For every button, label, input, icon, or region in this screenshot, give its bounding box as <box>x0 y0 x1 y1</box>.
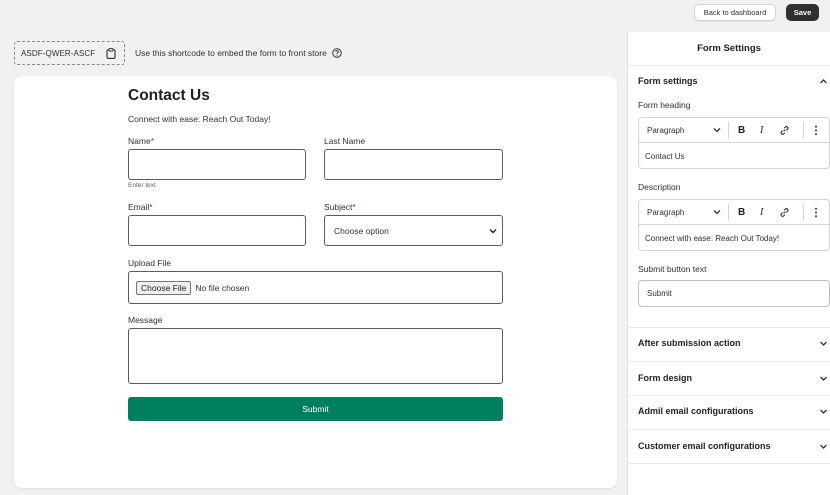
italic-button[interactable]: I <box>760 207 763 218</box>
file-upload-input[interactable]: Choose File No file chosen <box>128 271 503 304</box>
bold-button[interactable]: B <box>738 125 745 136</box>
submit-button[interactable]: Submit <box>128 397 503 421</box>
admin-email-section-toggle[interactable]: Admil email configurations <box>638 406 830 416</box>
toolbar-divider <box>728 204 729 221</box>
section-divider <box>628 463 830 464</box>
form-settings-section-toggle[interactable]: Form settings <box>638 76 830 86</box>
chevron-down-icon <box>713 128 721 133</box>
choose-file-button[interactable]: Choose File <box>136 280 192 295</box>
chevron-down-icon <box>820 376 827 381</box>
email-input[interactable] <box>128 215 306 246</box>
required-mark: * <box>149 202 153 212</box>
form-design-section-toggle[interactable]: Form design <box>638 373 830 383</box>
subject-select-value: Choose option <box>334 225 389 236</box>
chevron-down-icon <box>820 341 827 346</box>
section-divider <box>628 327 830 328</box>
section-divider <box>628 395 830 396</box>
rte-toolbar: Paragraph B I <box>639 200 829 225</box>
last-name-label: Last Name <box>324 136 366 146</box>
required-mark: * <box>352 202 356 212</box>
back-to-dashboard-button[interactable]: Back to dashboard <box>694 4 776 21</box>
chevron-down-icon <box>820 409 827 414</box>
link-icon[interactable] <box>779 125 790 136</box>
section-divider <box>628 361 830 362</box>
panel-title: Form Settings <box>628 32 830 66</box>
email-label-text: Email <box>128 202 150 212</box>
file-status: No file chosen <box>195 282 250 293</box>
shortcode-hint: Use this shortcode to embed the form to … <box>135 48 342 58</box>
section-divider <box>628 429 830 430</box>
link-icon[interactable] <box>779 207 790 218</box>
paragraph-format-select[interactable]: Paragraph <box>647 208 684 217</box>
form-description: Connect with ease: Reach Out Today! <box>128 114 271 124</box>
form-title: Contact Us <box>128 87 210 104</box>
chevron-down-icon <box>489 229 497 234</box>
upload-file-label: Upload File <box>128 258 171 268</box>
italic-button[interactable]: I <box>760 125 763 136</box>
section-title: After submission action <box>638 338 741 348</box>
name-label-text: Name <box>128 136 151 146</box>
name-label: Name* <box>128 136 154 146</box>
help-icon[interactable] <box>332 48 342 58</box>
description-editor: Paragraph B I Connect with ease: Reach O… <box>638 199 830 251</box>
description-label: Description <box>638 182 681 192</box>
section-title: Customer email configurations <box>638 441 771 451</box>
message-textarea[interactable] <box>128 328 503 384</box>
shortcode-box[interactable]: ASDF-QWER-ASCF <box>14 41 125 65</box>
top-bar: Back to dashboard Save <box>0 0 830 32</box>
description-content[interactable]: Connect with ease: Reach Out Today! <box>639 225 829 251</box>
chevron-down-icon <box>713 210 721 215</box>
toolbar-divider <box>803 204 804 221</box>
bold-button[interactable]: B <box>738 207 745 218</box>
clipboard-icon[interactable] <box>106 47 116 59</box>
required-mark: * <box>150 136 154 146</box>
form-preview-card: Contact Us Connect with ease: Reach Out … <box>14 76 617 488</box>
more-options-icon[interactable] <box>814 207 818 218</box>
name-hint: Enter text <box>128 182 156 189</box>
save-button[interactable]: Save <box>786 4 819 21</box>
chevron-down-icon <box>820 444 827 449</box>
chevron-up-icon <box>820 78 827 83</box>
shortcode-hint-text: Use this shortcode to embed the form to … <box>135 48 327 58</box>
subject-label: Subject* <box>324 202 356 212</box>
shortcode-text: ASDF-QWER-ASCF <box>21 48 96 58</box>
form-settings-panel: Form Settings Form settings Form heading… <box>627 32 830 495</box>
name-input[interactable] <box>128 149 306 180</box>
more-options-icon[interactable] <box>814 125 818 136</box>
form-heading-editor: Paragraph B I Contact Us <box>638 117 830 169</box>
rte-toolbar: Paragraph B I <box>639 118 829 143</box>
last-name-input[interactable] <box>324 149 503 180</box>
toolbar-divider <box>728 122 729 139</box>
form-settings-section-title: Form settings <box>638 76 698 86</box>
subject-select[interactable]: Choose option <box>324 215 503 246</box>
email-label: Email* <box>128 202 153 212</box>
submit-text-label: Submit button text <box>638 264 707 274</box>
customer-email-section-toggle[interactable]: Customer email configurations <box>638 441 830 451</box>
section-title: Form design <box>638 373 693 383</box>
subject-label-text: Subject <box>324 202 353 212</box>
form-heading-label: Form heading <box>638 100 691 110</box>
section-title: Admil email configurations <box>638 406 754 416</box>
form-heading-content[interactable]: Contact Us <box>639 143 829 169</box>
toolbar-divider <box>803 122 804 139</box>
after-submission-section-toggle[interactable]: After submission action <box>638 338 830 348</box>
submit-text-input[interactable]: Submit <box>638 280 830 307</box>
message-label: Message <box>128 315 163 325</box>
paragraph-format-select[interactable]: Paragraph <box>647 126 684 135</box>
